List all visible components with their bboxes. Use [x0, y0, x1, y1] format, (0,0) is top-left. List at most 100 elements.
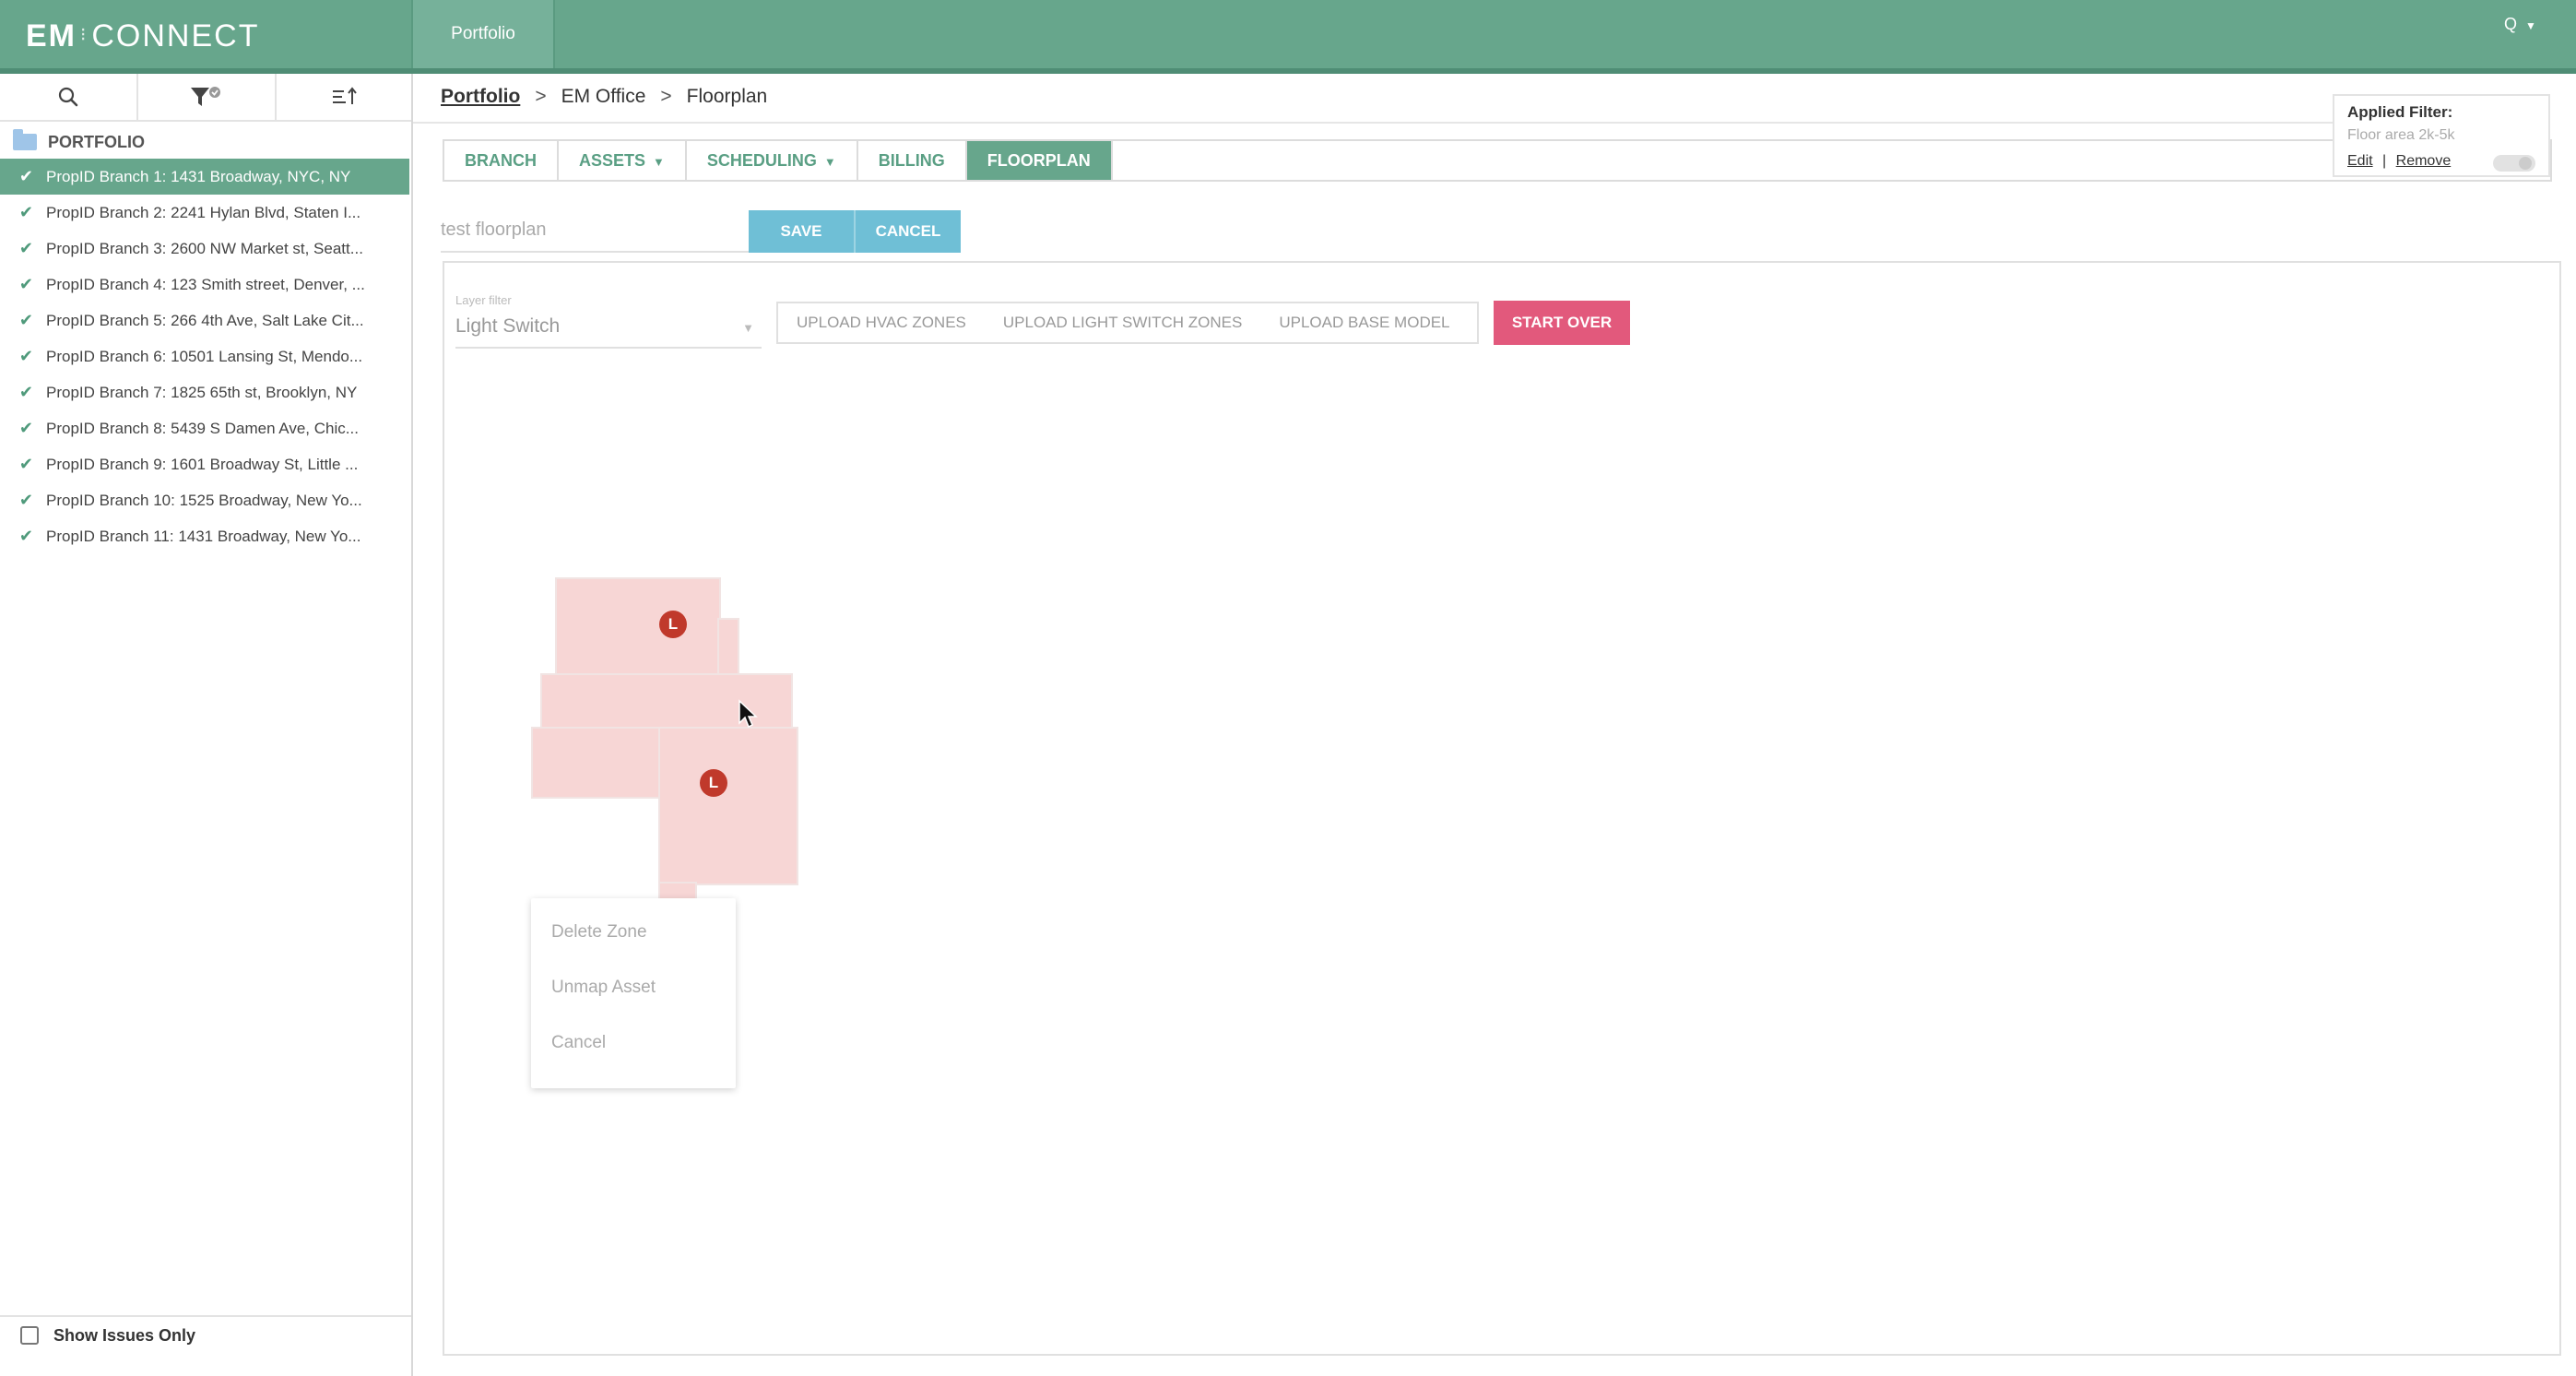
tab-label: ASSETS: [579, 151, 646, 170]
show-issues-label: Show Issues Only: [53, 1325, 196, 1345]
light-switch-marker[interactable]: L: [659, 611, 687, 638]
branch-label: PropID Branch 2: 2241 Hylan Blvd, Staten…: [46, 203, 361, 221]
show-issues-checkbox[interactable]: [20, 1326, 39, 1345]
sidebar-item-branch-8[interactable]: ✔ PropID Branch 8: 5439 S Damen Ave, Chi…: [0, 410, 409, 446]
branch-label: PropID Branch 10: 1525 Broadway, New Yo.…: [46, 491, 362, 509]
search-button[interactable]: [0, 74, 136, 120]
check-icon: ✔: [18, 311, 33, 329]
applied-filter-panel: Applied Filter: Floor area 2k-5k Edit | …: [2333, 94, 2550, 177]
check-icon: ✔: [18, 167, 33, 185]
light-switch-marker[interactable]: L: [700, 769, 727, 797]
unmap-asset-item[interactable]: Unmap Asset: [551, 978, 656, 998]
check-icon: ✔: [18, 455, 33, 473]
chevron-down-icon: ▼: [653, 155, 665, 169]
sidebar-item-branch-4[interactable]: ✔ PropID Branch 4: 123 Smith street, Den…: [0, 267, 409, 302]
sidebar-item-branch-10[interactable]: ✔ PropID Branch 10: 1525 Broadway, New Y…: [0, 482, 409, 518]
zone-context-menu: Delete Zone Unmap Asset Cancel: [531, 898, 736, 1088]
branch-label: PropID Branch 6: 10501 Lansing St, Mendo…: [46, 347, 363, 365]
portfolio-header[interactable]: PORTFOLIO: [13, 127, 145, 157]
zone-room-4[interactable]: [531, 727, 669, 799]
delete-zone-item[interactable]: Delete Zone: [551, 922, 647, 943]
tab-floorplan[interactable]: FLOORPLAN: [966, 141, 1113, 180]
chevron-down-icon: ▼: [2525, 19, 2536, 32]
logo-dots: ⁝: [80, 25, 89, 45]
sidebar-item-branch-9[interactable]: ✔ PropID Branch 9: 1601 Broadway St, Lit…: [0, 446, 409, 482]
zone-room-6[interactable]: [658, 882, 697, 900]
search-icon: [58, 87, 78, 107]
user-initial: Q: [2504, 15, 2518, 33]
save-button[interactable]: SAVE: [749, 210, 854, 253]
portfolio-label: PORTFOLIO: [48, 132, 145, 151]
folder-icon: [13, 129, 37, 150]
tab-branch[interactable]: BRANCH: [444, 141, 559, 180]
tab-label: SCHEDULING: [706, 151, 817, 170]
sidebar-item-branch-3[interactable]: ✔ PropID Branch 3: 2600 NW Market st, Se…: [0, 231, 409, 267]
filter-button[interactable]: [136, 74, 275, 120]
check-icon: ✔: [18, 491, 33, 509]
upload-hvac-zones-button[interactable]: UPLOAD HVAC ZONES: [778, 314, 985, 332]
floorplan-name-input[interactable]: [441, 208, 749, 253]
sidebar-item-branch-7[interactable]: ✔ PropID Branch 7: 1825 65th st, Brookly…: [0, 374, 409, 410]
logo-connect: CONNECT: [91, 18, 260, 53]
sort-button[interactable]: [275, 74, 413, 120]
sidebar: PORTFOLIO ✔ PropID Branch 1: 1431 Broadw…: [0, 74, 413, 1376]
tab-portfolio-top[interactable]: Portfolio: [413, 0, 553, 68]
tab-assets[interactable]: ASSETS ▼: [559, 141, 687, 180]
upload-button-group: UPLOAD HVAC ZONES UPLOAD LIGHT SWITCH ZO…: [776, 302, 1479, 344]
tab-scheduling[interactable]: SCHEDULING ▼: [687, 141, 858, 180]
branch-label: PropID Branch 11: 1431 Broadway, New Yo.…: [46, 527, 361, 545]
branch-label: PropID Branch 4: 123 Smith street, Denve…: [46, 275, 365, 293]
chevron-down-icon: ▼: [823, 155, 836, 169]
branch-tabs: BRANCH ASSETS ▼ SCHEDULING ▼ BILLING FLOOR…: [443, 139, 2552, 182]
check-icon: ✔: [18, 347, 33, 365]
branch-label: PropID Branch 3: 2600 NW Market st, Seat…: [46, 239, 363, 257]
check-icon: ✔: [18, 239, 33, 257]
filter-edit-link[interactable]: Edit: [2347, 153, 2373, 169]
tab-billing[interactable]: BILLING: [858, 141, 967, 180]
sort-icon: [333, 87, 357, 104]
breadcrumb-separator: >: [660, 86, 672, 107]
layer-filter-select[interactable]: Layer filter Light Switch ▼: [455, 293, 762, 349]
sidebar-item-branch-2[interactable]: ✔ PropID Branch 2: 2241 Hylan Blvd, Stat…: [0, 195, 409, 231]
filter-icon: [191, 87, 220, 106]
logo[interactable]: EM ⁝ CONNECT: [26, 17, 259, 54]
sidebar-item-branch-5[interactable]: ✔ PropID Branch 5: 266 4th Ave, Salt Lak…: [0, 302, 409, 338]
layer-filter-value: Light Switch: [455, 315, 561, 337]
top-divider-right: [553, 0, 555, 68]
check-icon: ✔: [18, 275, 33, 293]
sidebar-item-branch-11[interactable]: ✔ PropID Branch 11: 1431 Broadway, New Y…: [0, 518, 409, 554]
user-menu[interactable]: Q ▼: [2504, 15, 2536, 34]
header-divider: [413, 122, 2534, 124]
tab-label: BRANCH: [465, 151, 537, 170]
branch-label: PropID Branch 7: 1825 65th st, Brooklyn,…: [46, 383, 358, 401]
show-issues-toggle[interactable]: Show Issues Only: [0, 1315, 411, 1354]
cancel-menu-item[interactable]: Cancel: [551, 1033, 606, 1053]
filter-actions: Edit | Remove: [2347, 153, 2451, 170]
upload-base-model-button[interactable]: UPLOAD BASE MODEL: [1260, 314, 1468, 332]
sidebar-item-branch-6[interactable]: ✔ PropID Branch 6: 10501 Lansing St, Men…: [0, 338, 409, 374]
check-icon: ✔: [18, 527, 33, 545]
upload-light-switch-zones-button[interactable]: UPLOAD LIGHT SWITCH ZONES: [985, 314, 1260, 332]
branch-label: PropID Branch 1: 1431 Broadway, NYC, NY: [46, 167, 351, 185]
sidebar-item-branch-1[interactable]: ✔ PropID Branch 1: 1431 Broadway, NYC, N…: [0, 159, 409, 195]
filter-title: Applied Filter:: [2347, 103, 2453, 121]
filter-value: Floor area 2k-5k: [2347, 127, 2455, 143]
branch-label: PropID Branch 5: 266 4th Ave, Salt Lake …: [46, 311, 364, 329]
breadcrumb-portfolio-link[interactable]: Portfolio: [441, 86, 520, 108]
breadcrumb: Portfolio > EM Office > Floorplan: [441, 83, 767, 111]
check-icon: ✔: [18, 419, 33, 437]
check-icon: ✔: [18, 383, 33, 401]
filter-remove-link[interactable]: Remove: [2396, 153, 2452, 169]
cancel-button[interactable]: CANCEL: [854, 210, 961, 253]
breadcrumb-em-office: EM Office: [561, 86, 646, 107]
zone-room-5[interactable]: [658, 727, 798, 885]
branch-list: ✔ PropID Branch 1: 1431 Broadway, NYC, N…: [0, 159, 409, 554]
filter-toggle[interactable]: [2493, 155, 2535, 172]
top-bar: EM ⁝ CONNECT Portfolio Q ▼: [0, 0, 2576, 68]
logo-em: EM: [26, 18, 77, 53]
check-icon: ✔: [18, 203, 33, 221]
branch-label: PropID Branch 8: 5439 S Damen Ave, Chic.…: [46, 419, 359, 437]
breadcrumb-floorplan: Floorplan: [686, 86, 768, 107]
start-over-button[interactable]: START OVER: [1494, 301, 1630, 345]
cursor-icon: [739, 699, 758, 729]
